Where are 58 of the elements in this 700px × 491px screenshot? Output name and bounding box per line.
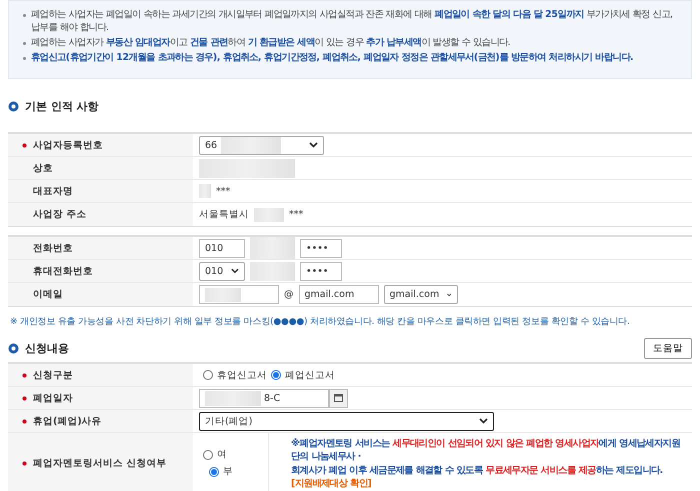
mentoring-description: ※폐업자멘토링 서비스는 세무대리인이 선임되어 있지 않은 폐업한 영세사업자에게 영세납세자지원단의 나눔세무사 · (291, 437, 681, 463)
address-text: 서울특별시 (199, 208, 249, 221)
field-label: 사업자등록번호 (33, 138, 103, 152)
calendar-icon (334, 394, 343, 402)
field-label: 신청구분 (33, 368, 73, 382)
radio-label: 폐업신고서 (285, 368, 335, 382)
chevron-down-icon (309, 142, 318, 148)
notice-text: 폐업하는 사업자가 부동산 임대업자이고 건물 관련하여 기 환급받은 세액이 있는 경우 추가 납부세액이 발생할 수 있습니다. (31, 36, 510, 49)
radio-button[interactable] (203, 370, 213, 380)
radio-label: 휴업신고서 (217, 368, 267, 382)
section-bullet-icon (8, 101, 19, 112)
bullet-icon (23, 14, 26, 17)
masking-note: ※ 개인정보 유출 가능성을 사전 차단하기 위해 일부 정보를 마스킹(●●●●) 처리하였습니다. 해당 칸을 마우스로 클릭하면 입력된 정보를 확인할 수 있습니다. (10, 316, 631, 328)
section-bullet-icon (8, 343, 19, 354)
masked-value (250, 262, 295, 280)
field-label: 전화번호 (33, 242, 73, 254)
chevron-down-icon (479, 418, 488, 424)
bullet-icon (23, 57, 26, 60)
section-title: 기본 인적 사항 (25, 99, 99, 114)
field-label: 상호 (33, 162, 53, 174)
radio-label: 부 (223, 465, 233, 478)
masked-value (205, 390, 261, 406)
chevron-down-icon (447, 292, 452, 298)
close-date-field[interactable]: 8-C (199, 388, 329, 408)
field-label: 사업장 주소 (33, 208, 86, 221)
phone-last-field[interactable]: •••• (300, 238, 342, 258)
radio-label: 여 (217, 448, 227, 461)
masked-suffix: *** (216, 186, 230, 196)
masked-value (250, 237, 295, 259)
field-label: 이메일 (33, 288, 63, 301)
reason-select[interactable]: 기타(폐업) (199, 412, 494, 430)
email-domain-field[interactable]: gmail.com (298, 285, 378, 304)
field-label: 휴업(폐업)사유 (33, 414, 102, 428)
exclusion-link[interactable]: [지원배제대상 확인] (291, 478, 372, 489)
bullet-icon (23, 42, 26, 45)
field-label: 폐업일자 (33, 392, 73, 404)
calendar-button[interactable] (329, 388, 348, 408)
notice-text: 휴업신고(휴업기간이 12개월을 초과하는 경우), 휴업취소, 휴업기간정정, 폐업취소, 폐업일자 정정은 관할세무서(금천)를 방문하여 처리하시기 바랍니다. (31, 51, 634, 64)
section-title: 신청내용 (25, 341, 69, 356)
radio-button[interactable] (203, 450, 213, 460)
radio-button[interactable] (209, 466, 219, 476)
field-label: 대표자명 (33, 184, 73, 198)
email-domain-select[interactable]: gmail.com (384, 285, 458, 304)
field-label: 휴대전화번호 (33, 264, 93, 278)
at-sign: @ (284, 289, 294, 300)
field-label: 폐업자멘토링서비스 신청여부 (33, 456, 168, 470)
area-code-select[interactable]: 010 (199, 262, 245, 280)
notice-text: 폐업하는 사업자는 폐업일이 속하는 과세기간의 개시일부터 폐업일까지의 사업실적과 잔존 재화에 대해 폐업일이 속한 달의 다음 달 25일까지 부가가치세 확정 신고, 납부를 해야 합니다. (31, 8, 674, 34)
mentoring-description: 회계사가 폐업 이후 세금문제를 해결할 수 있도록 무료세무자문 서비스를 제공하는 제도입니다. [지원배제대상 확인] (291, 464, 664, 490)
business-number-select[interactable]: 66 (199, 136, 324, 154)
chevron-down-icon (231, 268, 239, 274)
area-code-field[interactable]: 010 (199, 238, 245, 258)
email-id-field[interactable] (199, 285, 279, 304)
phone-last-field[interactable]: •••• (300, 262, 342, 280)
masked-suffix: *** (289, 209, 304, 220)
help-button[interactable]: 도움말 (644, 338, 692, 359)
masked-value (205, 288, 241, 302)
radio-button[interactable] (271, 370, 281, 380)
